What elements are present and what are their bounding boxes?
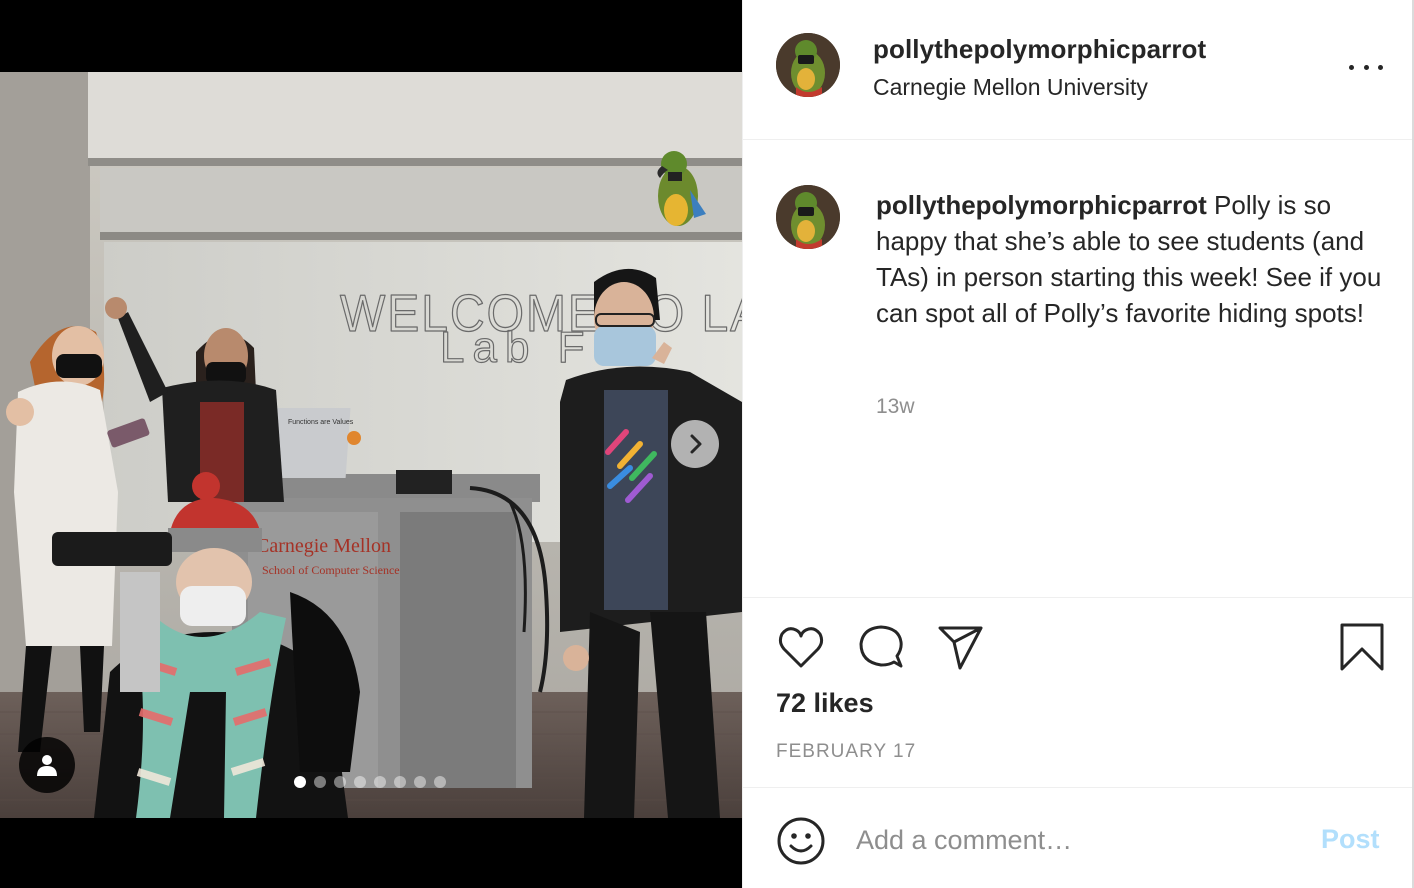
post-time-ago[interactable]: 13w <box>876 395 915 419</box>
more-horizontal-icon <box>1349 64 1354 70</box>
carousel-dot <box>334 776 346 788</box>
laptop-sticker: Functions are Values <box>288 419 354 426</box>
parrot-avatar-icon <box>776 33 840 97</box>
carousel-indicator <box>294 776 446 788</box>
comment-bar: Post <box>743 787 1413 888</box>
avatar[interactable] <box>776 33 840 97</box>
speech-bubble-icon[interactable] <box>856 622 906 672</box>
more-options-button[interactable] <box>1349 56 1383 78</box>
board-writing-line2: Lab F <box>440 323 593 372</box>
post-media: WELCOME TO LAB Lab F Carnegie Mellon Sch… <box>0 0 742 888</box>
carousel-dot <box>414 776 426 788</box>
podium-subtitle: School of Computer Science <box>262 563 400 577</box>
carousel-dot <box>314 776 326 788</box>
heart-icon[interactable] <box>776 622 826 672</box>
paper-plane-icon[interactable] <box>936 622 986 672</box>
post-details-panel: pollythepolymorphicparrot Carnegie Mello… <box>742 0 1414 888</box>
post-date[interactable]: FEBRUARY 17 <box>776 741 916 763</box>
carousel-dot <box>434 776 446 788</box>
carousel-dot <box>374 776 386 788</box>
bookmark-icon[interactable] <box>1337 622 1387 672</box>
post-caption: pollythepolymorphicparrot Polly is so ha… <box>876 187 1396 331</box>
post-actions: 72 likes FEBRUARY 17 <box>743 597 1413 788</box>
chevron-right-icon <box>690 434 702 454</box>
carousel-dot <box>394 776 406 788</box>
user-tag-icon <box>37 755 57 776</box>
post-photo: WELCOME TO LAB Lab F Carnegie Mellon Sch… <box>0 72 742 818</box>
caption-avatar[interactable] <box>776 185 840 249</box>
likes-count[interactable]: 72 likes <box>776 688 874 719</box>
caption-username[interactable]: pollythepolymorphicparrot <box>876 190 1207 220</box>
carousel-dot <box>294 776 306 788</box>
post-username[interactable]: pollythepolymorphicparrot <box>873 34 1206 65</box>
post-location[interactable]: Carnegie Mellon University <box>873 74 1148 101</box>
smiley-icon[interactable] <box>776 816 826 866</box>
post-header: pollythepolymorphicparrot Carnegie Mello… <box>743 0 1413 140</box>
carousel-next-button[interactable] <box>671 420 719 468</box>
parrot-avatar-icon <box>776 185 840 249</box>
carousel-dot <box>354 776 366 788</box>
comment-input[interactable] <box>856 817 1286 863</box>
post-comment-button[interactable]: Post <box>1321 824 1380 855</box>
tagged-users-button[interactable] <box>19 737 75 793</box>
podium-brand: Carnegie Mellon <box>256 535 391 557</box>
